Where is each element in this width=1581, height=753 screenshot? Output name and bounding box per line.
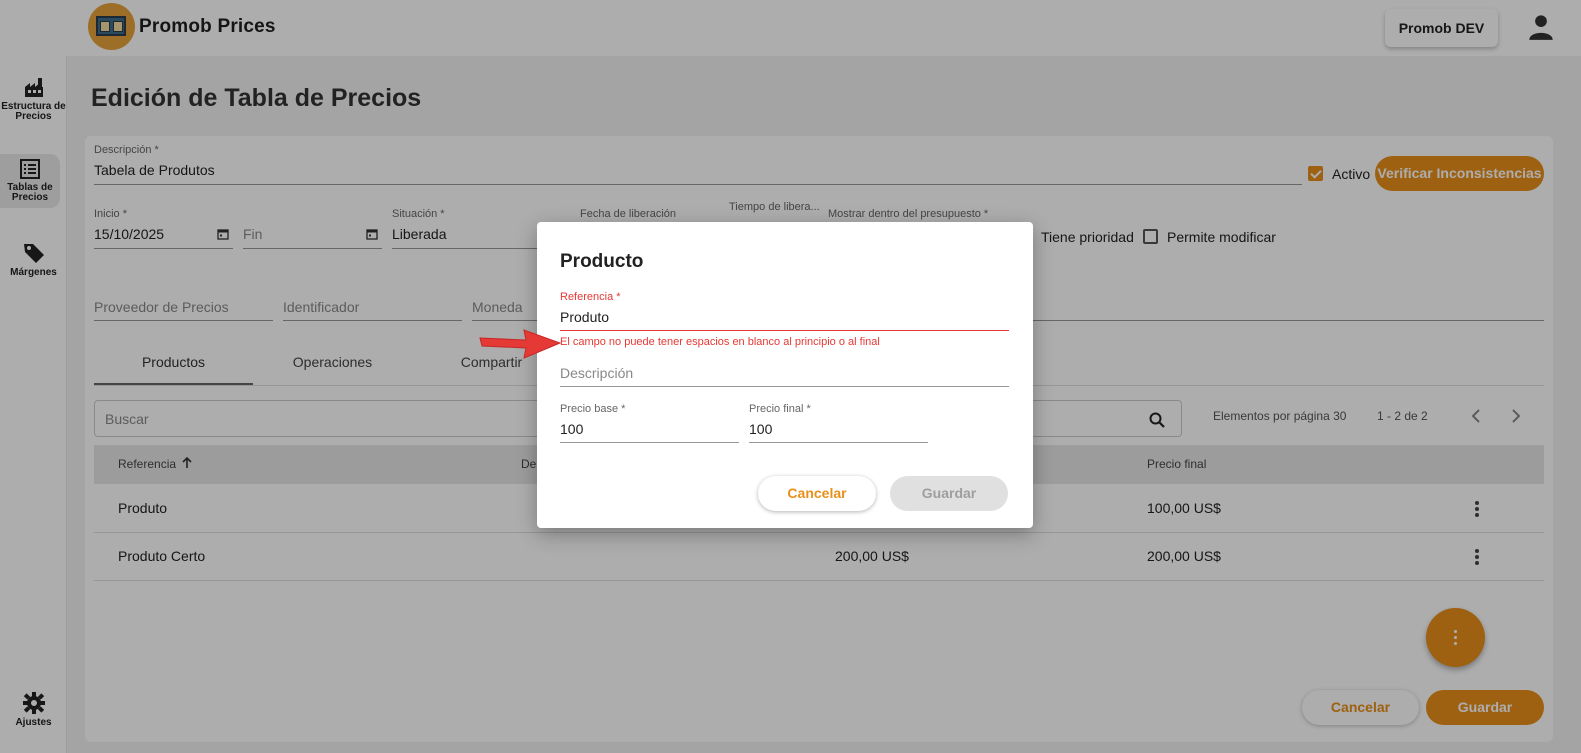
dialog-cancel-button[interactable]: Cancelar bbox=[758, 476, 876, 511]
precio-final-underline bbox=[749, 442, 928, 443]
precio-base-input[interactable]: 100 bbox=[560, 421, 583, 437]
precio-final-input[interactable]: 100 bbox=[749, 421, 772, 437]
referencia-error: El campo no puede tener espacios en blan… bbox=[560, 336, 880, 348]
precio-base-underline bbox=[560, 442, 739, 443]
dialog-descripcion-underline bbox=[560, 386, 1009, 387]
annotation-arrow-icon bbox=[479, 329, 562, 359]
precio-base-label: Precio base * bbox=[560, 403, 626, 415]
dialog-title: Producto bbox=[560, 251, 644, 272]
referencia-underline bbox=[560, 330, 1009, 331]
referencia-label: Referencia * bbox=[560, 291, 621, 303]
dialog-save-button[interactable]: Guardar bbox=[890, 476, 1008, 511]
dialog-descripcion-input[interactable]: Descripción bbox=[560, 365, 633, 381]
precio-final-label: Precio final * bbox=[749, 403, 811, 415]
referencia-input[interactable]: Produto bbox=[560, 309, 609, 325]
